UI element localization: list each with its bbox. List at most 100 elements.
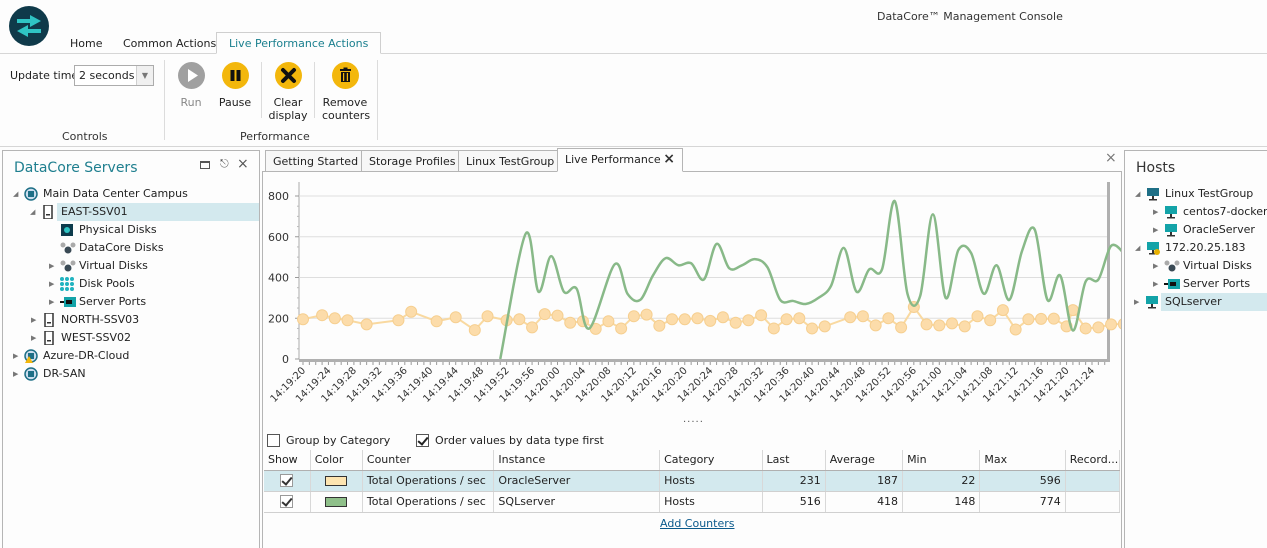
- collapse-arrow-icon[interactable]: ▶: [31, 329, 36, 347]
- collapse-arrow-icon[interactable]: ▶: [49, 275, 54, 293]
- tree-item[interactable]: ▶ NORTH-SSV03: [3, 311, 259, 329]
- ribbon-tab-live-performance-actions[interactable]: Live Performance Actions: [216, 32, 382, 54]
- collapse-arrow-icon[interactable]: ▶: [13, 347, 18, 365]
- collapse-arrow-icon[interactable]: ▶: [31, 311, 36, 329]
- collapse-arrow-icon[interactable]: ▶: [49, 293, 54, 311]
- table-row[interactable]: Total Operations / sec SQLserver Hosts 5…: [264, 491, 1121, 513]
- tree-item-label: DataCore Disks: [79, 241, 164, 254]
- tree-item[interactable]: ▶ Disk Pools: [3, 275, 259, 293]
- update-time-select[interactable]: 2 seconds ▼: [74, 65, 154, 86]
- chevron-down-icon[interactable]: ▼: [136, 66, 153, 85]
- group-by-category-checkbox[interactable]: [267, 434, 280, 447]
- tree-item[interactable]: ◢ Main Data Center Campus: [3, 185, 259, 203]
- expand-arrow-icon[interactable]: ◢: [30, 203, 35, 221]
- col-color[interactable]: Color: [310, 450, 363, 471]
- tree-item[interactable]: DataCore Disks: [3, 239, 259, 257]
- tree-item[interactable]: ◢ Linux TestGroup: [1125, 185, 1267, 203]
- tree-item-label: Linux TestGroup: [1165, 187, 1254, 200]
- col-max[interactable]: Max: [979, 450, 1066, 471]
- col-min[interactable]: Min: [902, 450, 981, 471]
- physical-disk-icon: [60, 223, 74, 237]
- tree-item-label: Disk Pools: [79, 277, 135, 290]
- close-icon[interactable]: ×: [237, 156, 249, 172]
- data-point: [984, 314, 997, 327]
- tree-item-label: Server Ports: [79, 295, 147, 308]
- hosts-panel: Hosts ◢ Linux TestGroup ▶ centos7-docker ▶ Or…: [1124, 150, 1267, 548]
- tree-item[interactable]: ▶ Virtual Disks: [1125, 257, 1267, 275]
- data-point: [341, 314, 354, 327]
- order-by-type-checkbox[interactable]: [416, 434, 429, 447]
- data-point: [818, 320, 831, 333]
- tree-item[interactable]: ▶ Server Ports: [3, 293, 259, 311]
- clear-display-button[interactable]: Clear display: [268, 62, 308, 122]
- data-point: [640, 308, 653, 321]
- server-icon: [41, 204, 55, 220]
- collapse-arrow-icon[interactable]: ▶: [1153, 275, 1158, 293]
- col-last[interactable]: Last: [762, 450, 826, 471]
- doc-tab-linux-testgroup[interactable]: Linux TestGroup: [458, 150, 563, 172]
- pin-icon[interactable]: ⎋: [220, 157, 229, 171]
- tree-item[interactable]: ▶ Server Ports: [1125, 275, 1267, 293]
- doc-tab-storage-profiles[interactable]: Storage Profiles: [361, 150, 464, 172]
- splitter-handle[interactable]: .....: [683, 414, 704, 425]
- col-counter[interactable]: Counter: [362, 450, 495, 471]
- tree-item[interactable]: ◢ 172.20.25.183: [1125, 239, 1267, 257]
- ribbon-bottom-border: [0, 146, 1267, 147]
- data-point: [1117, 318, 1121, 330]
- data-point: [392, 314, 405, 327]
- min-cell: 22: [902, 470, 981, 492]
- server-group-icon: [24, 367, 38, 381]
- col-instance[interactable]: Instance: [493, 450, 661, 471]
- app-logo[interactable]: [9, 6, 49, 46]
- plot-area: [299, 182, 1107, 359]
- category-cell: Hosts: [659, 470, 763, 492]
- color-swatch[interactable]: [325, 497, 348, 507]
- close-document-icon[interactable]: ×: [1105, 150, 1117, 166]
- update-time-value: 2 seconds: [79, 69, 135, 82]
- run-button[interactable]: Run: [174, 62, 208, 109]
- collapse-arrow-icon[interactable]: ▶: [13, 365, 18, 383]
- color-swatch[interactable]: [325, 476, 348, 486]
- show-checkbox[interactable]: [280, 495, 294, 509]
- collapse-arrow-icon[interactable]: ▶: [1134, 293, 1139, 311]
- data-point: [729, 316, 742, 329]
- min-cell: 148: [902, 491, 981, 513]
- doc-tab-getting-started[interactable]: Getting Started: [265, 150, 367, 172]
- tree-item[interactable]: ▶ SQLserver: [1134, 293, 1267, 311]
- maximize-icon[interactable]: [200, 161, 210, 169]
- collapse-arrow-icon[interactable]: ▶: [1153, 257, 1158, 275]
- tree-item[interactable]: ▶ Virtual Disks: [3, 257, 259, 275]
- collapse-arrow-icon[interactable]: ▶: [1153, 221, 1158, 239]
- close-tab-icon[interactable]: ×: [663, 151, 675, 167]
- tree-item[interactable]: ▶ WEST-SSV02: [3, 329, 259, 347]
- pause-button[interactable]: Pause: [218, 62, 252, 109]
- tree-item[interactable]: ◢ EAST-SSV01: [30, 203, 259, 221]
- tree-item[interactable]: ▶ OracleServer: [1125, 221, 1267, 239]
- ribbon-tab-common-actions[interactable]: Common Actions: [123, 37, 216, 54]
- expand-arrow-icon[interactable]: ◢: [1135, 239, 1140, 257]
- expand-arrow-icon[interactable]: ◢: [13, 185, 18, 203]
- expand-arrow-icon[interactable]: ◢: [1135, 185, 1140, 203]
- data-point: [1079, 322, 1092, 335]
- remove-counters-button[interactable]: Remove counters: [322, 62, 370, 122]
- col-record[interactable]: Record...: [1065, 450, 1121, 471]
- collapse-arrow-icon[interactable]: ▶: [49, 257, 54, 275]
- doc-tab-live-performance[interactable]: Live Performance ×: [557, 148, 683, 172]
- tree-item[interactable]: ▶ Azure-DR-Cloud: [3, 347, 259, 365]
- data-point: [869, 319, 882, 332]
- show-checkbox[interactable]: [280, 474, 294, 488]
- tree-item[interactable]: Physical Disks: [3, 221, 259, 239]
- ribbon-tab-home[interactable]: Home: [70, 37, 102, 54]
- collapse-arrow-icon[interactable]: ▶: [1153, 203, 1158, 221]
- col-category[interactable]: Category: [659, 450, 763, 471]
- add-counters-link[interactable]: Add Counters: [660, 517, 734, 530]
- tree-item[interactable]: ▶ centos7-docker: [1125, 203, 1267, 221]
- tree-item[interactable]: ▶ DR-SAN: [3, 365, 259, 383]
- data-point: [602, 315, 615, 328]
- table-row[interactable]: Total Operations / sec OracleServer Host…: [264, 470, 1121, 492]
- disk-pools-icon: [60, 277, 74, 291]
- col-average[interactable]: Average: [825, 450, 904, 471]
- counters-grid: Show Color Counter Instance Category Las…: [264, 450, 1121, 513]
- data-point: [895, 321, 908, 334]
- col-show[interactable]: Show: [264, 450, 311, 471]
